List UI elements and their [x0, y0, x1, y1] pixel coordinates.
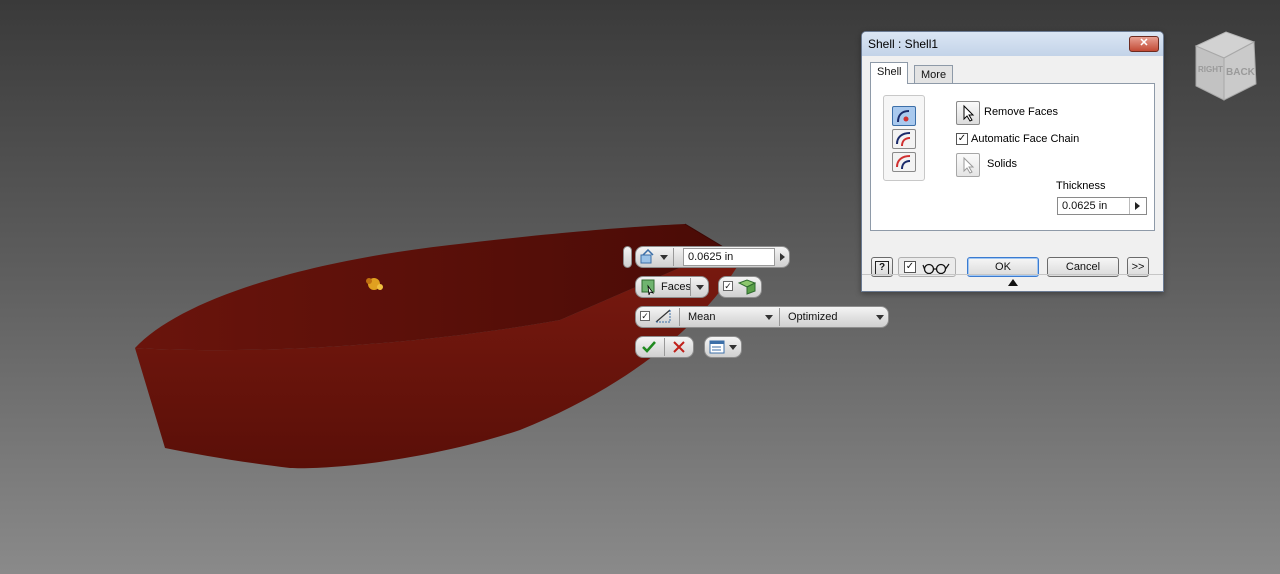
faces-icon	[641, 279, 657, 296]
options-dropdown-icon[interactable]	[729, 345, 737, 350]
preview-checkbox[interactable]: ✓	[904, 261, 916, 273]
thickness-flyout-arrow-icon[interactable]	[1135, 202, 1140, 210]
approx-checkbox[interactable]: ✓	[640, 311, 650, 321]
direction-dropdown-icon[interactable]	[660, 255, 668, 260]
apply-check-icon[interactable]	[641, 339, 657, 355]
auto-chain-checkbox[interactable]: ✓	[723, 281, 733, 291]
select-cursor-icon	[963, 156, 975, 174]
face-chain-icon	[737, 279, 757, 295]
quality-select-label[interactable]: Optimized	[788, 308, 838, 326]
direction-group	[883, 95, 925, 181]
remove-faces-button[interactable]	[956, 101, 980, 125]
quality-dropdown-icon[interactable]	[876, 315, 884, 320]
faces-label: Faces	[661, 281, 691, 293]
dialog-titlebar[interactable]: Shell : Shell1 ✕	[862, 32, 1163, 56]
automatic-face-chain-label: Automatic Face Chain	[971, 133, 1080, 145]
thickness-label: Thickness	[1056, 180, 1106, 192]
automatic-face-chain-checkbox[interactable]: ✓	[956, 133, 968, 145]
direction-both-button[interactable]	[892, 152, 916, 172]
dialog-body: Shell More Remove Faces ✓ Automatic Face…	[862, 56, 1163, 291]
mini-thickness-input[interactable]: 0.0625 in	[683, 248, 775, 266]
direction-outside-button[interactable]	[892, 129, 916, 149]
viewcube-back-label: BACK	[1226, 67, 1256, 78]
approx-row	[635, 306, 889, 328]
dialog-expand-grip[interactable]	[862, 274, 1163, 293]
tab-more[interactable]: More	[914, 65, 954, 85]
viewcube-right-label: RIGHT	[1198, 65, 1223, 74]
approximation-icon	[654, 308, 672, 324]
remove-faces-label: Remove Faces	[984, 106, 1058, 118]
dialog-title: Shell : Shell1	[868, 37, 939, 51]
thickness-input[interactable]: 0.0625 in	[1057, 197, 1147, 215]
shell-dialog: Shell : Shell1 ✕ Shell More Remove Faces	[861, 31, 1164, 292]
shell-tab-panel: Remove Faces ✓ Automatic Face Chain Soli…	[870, 83, 1155, 231]
shell-outside-icon	[896, 132, 911, 147]
mode-select-label[interactable]: Mean	[688, 308, 716, 326]
cancel-x-icon[interactable]	[671, 339, 687, 355]
glasses-icon	[922, 263, 950, 275]
direction-icon[interactable]	[640, 248, 656, 265]
tab-shell[interactable]: Shell	[870, 62, 909, 84]
close-button[interactable]: ✕	[1129, 36, 1159, 52]
thickness-arrow-icon[interactable]	[780, 253, 785, 261]
shell-inside-icon	[897, 110, 910, 123]
solids-button[interactable]	[956, 153, 980, 177]
options-icon	[709, 339, 725, 355]
shell-both-icon	[896, 155, 911, 170]
mini-toolbar-drag-handle[interactable]	[623, 246, 632, 268]
solids-label: Solids	[987, 158, 1017, 170]
direction-inside-button[interactable]	[892, 106, 916, 126]
select-cursor-icon	[963, 104, 975, 122]
mode-dropdown-icon[interactable]	[765, 315, 773, 320]
help-icon: ?	[875, 261, 889, 275]
view-cube[interactable]: BACK RIGHT	[1188, 28, 1268, 108]
expand-arrow-icon	[1008, 279, 1018, 286]
faces-dropdown-icon[interactable]	[696, 285, 704, 290]
